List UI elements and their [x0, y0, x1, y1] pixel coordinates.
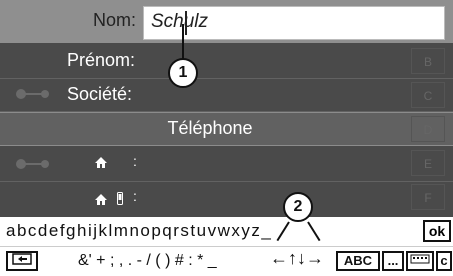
callout-1-line [182, 24, 184, 60]
societe-label: Société: [67, 84, 133, 104]
index-letter-f[interactable]: F [411, 184, 445, 210]
callout-2: 2 [283, 192, 313, 222]
home-icon [94, 193, 108, 209]
index-letter-c[interactable]: C [411, 82, 445, 108]
index-letter-d[interactable]: D [411, 116, 445, 142]
abc-button[interactable]: ABC [336, 251, 380, 271]
keyboard-symbols-row: &' + ; , . - / ( ) # : * _ ←↑↓→ ABC ... … [0, 246, 453, 276]
arrow-up-icon[interactable]: ↑ [288, 248, 297, 268]
ellipsis-button[interactable]: ... [382, 251, 404, 271]
callout-1: 1 [168, 58, 198, 88]
contact-edit-screen: Nom: Schulz Prénom: Société: Téléphone : [0, 0, 453, 276]
nom-input[interactable]: Schulz [143, 6, 445, 40]
mobile-icon [117, 192, 123, 208]
ok-button[interactable]: ok [423, 220, 451, 242]
nom-label: Nom: [93, 10, 137, 30]
home-phone-row[interactable]: : [0, 146, 453, 182]
name-row: Nom: Schulz [0, 0, 453, 43]
text-cursor [185, 11, 187, 35]
back-icon[interactable] [6, 251, 38, 271]
prenom-row[interactable]: Prénom: [0, 43, 453, 79]
home-phone-colon: : [133, 153, 137, 169]
clear-button[interactable]: c [436, 251, 452, 271]
societe-row[interactable]: Société: [0, 79, 453, 112]
nom-value: Schulz [151, 11, 209, 32]
telephone-section-header: Téléphone [0, 112, 453, 146]
keyboard-letters[interactable]: abcdefghijklmnopqrstuvwxyz_ [6, 221, 272, 241]
home-mobile-colon: : [133, 188, 137, 204]
contact-icon [15, 157, 67, 171]
home-mobile-row[interactable]: : [0, 182, 453, 217]
arrow-left-icon[interactable]: ← [270, 248, 288, 268]
cursor-arrows: ←↑↓→ [270, 248, 324, 269]
telephone-header-label: Téléphone [167, 118, 253, 138]
contact-icon [15, 87, 67, 101]
arrow-right-icon[interactable]: → [306, 248, 324, 268]
keyboard-layout-icon[interactable] [406, 251, 434, 271]
index-letter-b[interactable]: B [411, 48, 445, 74]
prenom-label: Prénom: [67, 50, 136, 70]
keyboard-symbols[interactable]: &' + ; , . - / ( ) # : * _ [78, 252, 217, 270]
index-letter-e[interactable]: E [411, 150, 445, 176]
keyboard-letters-row: abcdefghijklmnopqrstuvwxyz_ ok [0, 217, 453, 246]
arrow-down-icon[interactable]: ↓ [297, 248, 306, 268]
home-icon [94, 156, 108, 172]
